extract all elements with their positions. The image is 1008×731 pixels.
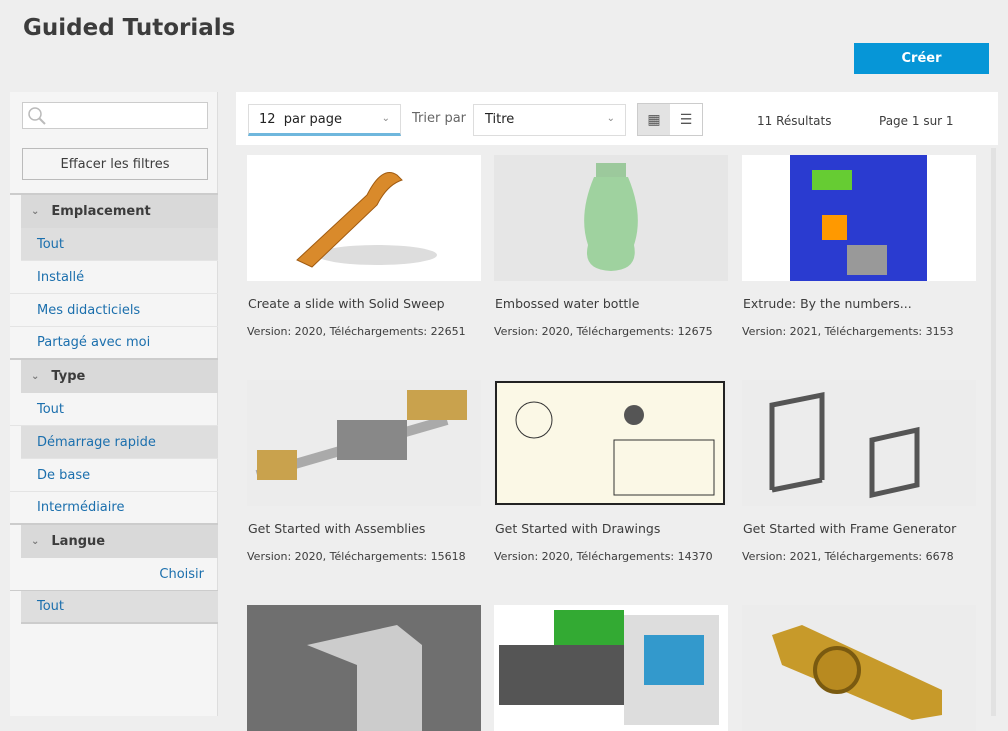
filter-item[interactable]: Démarrage rapide <box>21 426 218 459</box>
filter-item[interactable]: Intermédiaire <box>10 492 218 525</box>
sort-label: Trier par <box>412 111 467 126</box>
card-title: Extrude: By the numbers... <box>743 296 912 311</box>
card-meta: Version: 2021, Téléchargements: 6678 <box>742 550 954 563</box>
chevron-down-icon: ⌄ <box>31 206 40 217</box>
card-title: Get Started with Assemblies <box>248 521 426 536</box>
card-meta: Version: 2020, Téléchargements: 15618 <box>247 550 466 563</box>
search-icon <box>28 107 46 125</box>
tutorial-card[interactable]: Create a slide with Solid Sweep Version:… <box>247 155 481 338</box>
filter-item[interactable]: Tout <box>21 591 218 624</box>
sort-value: Titre <box>485 112 515 127</box>
card-meta: Version: 2020, Téléchargements: 22651 <box>247 325 466 338</box>
group-label: Emplacement <box>51 204 151 219</box>
grid-view-button[interactable]: ▦ <box>638 104 670 135</box>
filter-item[interactable]: Partagé avec moi <box>10 327 218 360</box>
thumbnail <box>494 380 728 506</box>
tutorial-card[interactable] <box>494 605 728 731</box>
filter-item[interactable]: Mes didacticiels <box>10 294 218 327</box>
tutorial-card[interactable]: Get Started with Frame Generator Version… <box>742 380 976 563</box>
card-title: Create a slide with Solid Sweep <box>248 296 445 311</box>
card-title: Embossed water bottle <box>495 296 640 311</box>
card-meta: Version: 2020, Téléchargements: 14370 <box>494 550 713 563</box>
thumbnail <box>494 155 728 281</box>
card-title: Get Started with Drawings <box>495 521 661 536</box>
group-langue[interactable]: ⌄ Langue <box>21 525 218 558</box>
filter-item[interactable]: Tout <box>21 228 218 261</box>
tutorial-card[interactable]: Embossed water bottle Version: 2020, Tél… <box>494 155 728 338</box>
group-emplacement[interactable]: ⌄ Emplacement <box>21 195 218 228</box>
choose-language-link[interactable]: Choisir <box>10 558 218 591</box>
tutorial-card[interactable]: Get Started with Drawings Version: 2020,… <box>494 380 728 563</box>
card-meta: Version: 2021, Téléchargements: 3153 <box>742 325 954 338</box>
card-title: Get Started with Frame Generator <box>743 521 957 536</box>
filter-item[interactable]: Installé <box>10 261 218 294</box>
toolbar: 12 par page ⌄ Trier par Titre ⌄ ▦ ☰ 11 Rés… <box>236 92 998 145</box>
per-page-value: 12 par page <box>259 112 342 127</box>
thumbnail <box>742 155 976 281</box>
thumbnail <box>247 155 481 281</box>
thumbnail <box>742 380 976 506</box>
list-icon: ☰ <box>679 111 693 128</box>
card-meta: Version: 2020, Téléchargements: 12675 <box>494 325 713 338</box>
thumbnail <box>494 605 728 731</box>
sort-select[interactable]: Titre ⌄ <box>473 104 626 136</box>
chevron-down-icon: ⌄ <box>31 371 40 382</box>
page-indicator: Page 1 sur 1 <box>879 114 954 128</box>
create-button[interactable]: Créer <box>854 43 989 74</box>
thumbnail <box>247 380 481 506</box>
group-label: Langue <box>51 534 106 549</box>
chevron-down-icon: ⌄ <box>606 113 615 124</box>
per-page-select[interactable]: 12 par page ⌄ <box>248 104 401 136</box>
filter-item[interactable]: De base <box>10 459 218 492</box>
results-count: 11 Résultats <box>757 114 832 128</box>
thumbnail <box>742 605 976 731</box>
filter-sidebar: Effacer les filtres ⌄ Emplacement Tout In… <box>10 92 218 716</box>
tutorial-card[interactable] <box>742 605 976 731</box>
filter-item[interactable]: Tout <box>10 393 218 426</box>
thumbnail <box>247 605 481 731</box>
scrollbar[interactable] <box>991 148 996 716</box>
page-title: Guided Tutorials <box>23 15 236 41</box>
tutorial-card[interactable]: Extrude: By the numbers... Version: 2021… <box>742 155 976 338</box>
tutorial-card[interactable] <box>247 605 481 731</box>
group-type[interactable]: ⌄ Type <box>21 360 218 393</box>
group-label: Type <box>51 369 86 384</box>
tutorial-card[interactable]: Get Started with Assemblies Version: 202… <box>247 380 481 563</box>
chevron-down-icon: ⌄ <box>381 113 390 124</box>
search-input[interactable] <box>22 102 208 129</box>
chevron-down-icon: ⌄ <box>31 536 40 547</box>
grid-icon: ▦ <box>647 111 661 128</box>
clear-filters-button[interactable]: Effacer les filtres <box>22 148 208 180</box>
list-view-button[interactable]: ☰ <box>670 104 702 135</box>
